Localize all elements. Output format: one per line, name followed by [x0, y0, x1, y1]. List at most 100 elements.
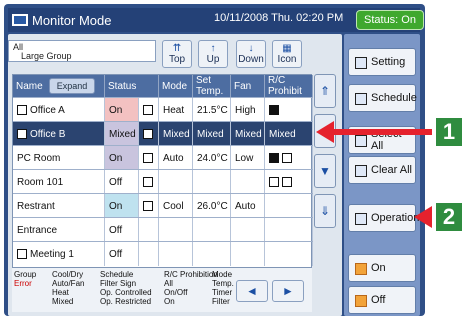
rc-prohibit-all-icon	[269, 105, 279, 115]
group-line-2: Large Group	[21, 51, 72, 61]
up-label: Up	[206, 53, 220, 65]
status-cell: On	[105, 146, 139, 170]
table-row[interactable]: Restrant On Cool 26.0°C Auto	[13, 193, 313, 218]
table-row[interactable]: Room 101 Off	[13, 169, 313, 194]
operation-button[interactable]: Operation	[348, 204, 419, 232]
fan-cell: Mixed	[231, 122, 265, 146]
rc-cell	[265, 218, 313, 242]
status-cell: Off	[105, 170, 139, 194]
table-row[interactable]: Office B Mixed Mixed Mixed Mixed Mixed	[13, 121, 313, 146]
off-button[interactable]: Off	[348, 286, 416, 314]
fan-cell	[231, 242, 265, 266]
status-badge: Status: On	[356, 10, 424, 30]
schedule-icon-cell	[139, 98, 159, 122]
clear-all-icon	[355, 165, 367, 177]
status-cell: On	[105, 194, 139, 218]
down-label: Down	[238, 53, 264, 65]
on-label: On	[371, 262, 386, 274]
off-icon	[355, 295, 367, 307]
top-button[interactable]: ⇈ Top	[162, 40, 192, 68]
scroll-bottom-button[interactable]: ⇓	[314, 194, 336, 228]
scroll-top-button[interactable]: ⇑	[314, 74, 336, 108]
temp-cell	[193, 218, 231, 242]
schedule-icon-cell	[139, 242, 159, 266]
up-button[interactable]: ↑ Up	[198, 40, 228, 68]
legend-mode: Mode	[212, 270, 233, 279]
header-set-temp: Set Temp.	[193, 75, 231, 97]
row-scroll-controls: ⇑ ▲ ▼ ⇓	[312, 74, 340, 230]
zone-name-cell: Entrance	[13, 218, 105, 242]
date-time: 10/11/2008 Thu. 02:20 PM	[214, 12, 344, 24]
legend-schedule: Schedule	[100, 270, 134, 279]
grid-icon: ▦	[282, 42, 292, 54]
group-selector[interactable]: All Large Group	[8, 40, 156, 62]
temp-cell: Mixed	[193, 122, 231, 146]
clear-all-label: Clear All	[371, 164, 412, 176]
clear-all-button[interactable]: Clear All	[348, 156, 416, 184]
rc-cell	[265, 98, 313, 122]
temp-cell	[193, 170, 231, 194]
header-status: Status	[105, 75, 159, 97]
schedule-icon-cell	[139, 122, 159, 146]
page-left-button[interactable]: ◄	[236, 280, 268, 302]
rc-cell	[265, 194, 313, 218]
rc-cell: Mixed	[265, 122, 313, 146]
on-button[interactable]: On	[348, 254, 416, 282]
legend-group: Group	[14, 270, 37, 279]
schedule-icon-cell	[139, 218, 159, 242]
schedule-icon-cell	[139, 146, 159, 170]
status-cell: Off	[105, 218, 139, 242]
zone-name-cell: Meeting 1	[13, 242, 105, 266]
fan-cell	[231, 170, 265, 194]
table-row[interactable]: Office A On Heat 21.5°C High	[13, 97, 313, 122]
icon-view-button[interactable]: ▦ Icon	[272, 40, 302, 68]
schedule-icon-cell	[139, 170, 159, 194]
fan-cell: Low	[231, 146, 265, 170]
header-fan: Fan	[231, 75, 265, 97]
schedule-icon	[355, 93, 367, 105]
zone-name: Office A	[30, 104, 65, 116]
scroll-down-button[interactable]: ▼	[314, 154, 336, 188]
table-row[interactable]: Entrance Off	[13, 217, 313, 242]
mode-cell	[159, 218, 193, 242]
temp-cell	[193, 242, 231, 266]
schedule-button[interactable]: Schedule	[348, 84, 417, 112]
setting-button[interactable]: Setting	[348, 48, 416, 76]
callout-number-2: 2	[436, 203, 462, 231]
zone-name-cell: Office B	[13, 122, 105, 146]
zone-name: Restrant	[17, 200, 55, 212]
legend-mixed: Mixed	[52, 297, 74, 306]
top-label: Top	[168, 53, 186, 65]
callout-arrowhead-1	[316, 121, 334, 143]
schedule-icon-cell	[139, 194, 159, 218]
rc-cell	[265, 242, 313, 266]
legend-on: On	[164, 297, 175, 306]
header-rc-prohibit: R/C Prohibit	[265, 75, 313, 97]
up-arrow-icon: ⇈	[172, 42, 182, 54]
callout-arrow-1	[332, 129, 432, 135]
table-row[interactable]: PC Room On Auto 24.0°C Low	[13, 145, 313, 170]
schedule-icon	[143, 201, 153, 211]
legend-op-restricted: Op. Restricted	[100, 297, 152, 306]
table-row[interactable]: Meeting 1 Off	[13, 241, 313, 266]
setting-icon	[355, 57, 367, 69]
mode-cell: Auto	[159, 146, 193, 170]
rc-prohibit-mode-icon	[269, 177, 279, 187]
temp-cell: 26.0°C	[193, 194, 231, 218]
expand-button[interactable]: Expand	[49, 78, 95, 94]
rc-prohibit-onoff-icon	[269, 153, 279, 163]
zone-name: Entrance	[17, 224, 58, 236]
zone-name: Meeting 1	[30, 248, 74, 260]
down-button[interactable]: ↓ Down	[236, 40, 266, 68]
schedule-label: Schedule	[371, 92, 417, 104]
schedule-icon	[143, 177, 153, 187]
down-arrow-icon: ↓	[248, 42, 254, 54]
temp-cell: 24.0°C	[193, 146, 231, 170]
title-bar: Monitor Mode 10/11/2008 Thu. 02:20 PM St…	[8, 8, 424, 32]
zone-name-cell: Room 101	[13, 170, 105, 194]
app-root: Monitor Mode 10/11/2008 Thu. 02:20 PM St…	[0, 0, 469, 320]
page-right-button[interactable]: ►	[272, 280, 304, 302]
rc-cell	[265, 146, 313, 170]
fan-cell: Auto	[231, 194, 265, 218]
status-cell: Mixed	[105, 122, 139, 146]
